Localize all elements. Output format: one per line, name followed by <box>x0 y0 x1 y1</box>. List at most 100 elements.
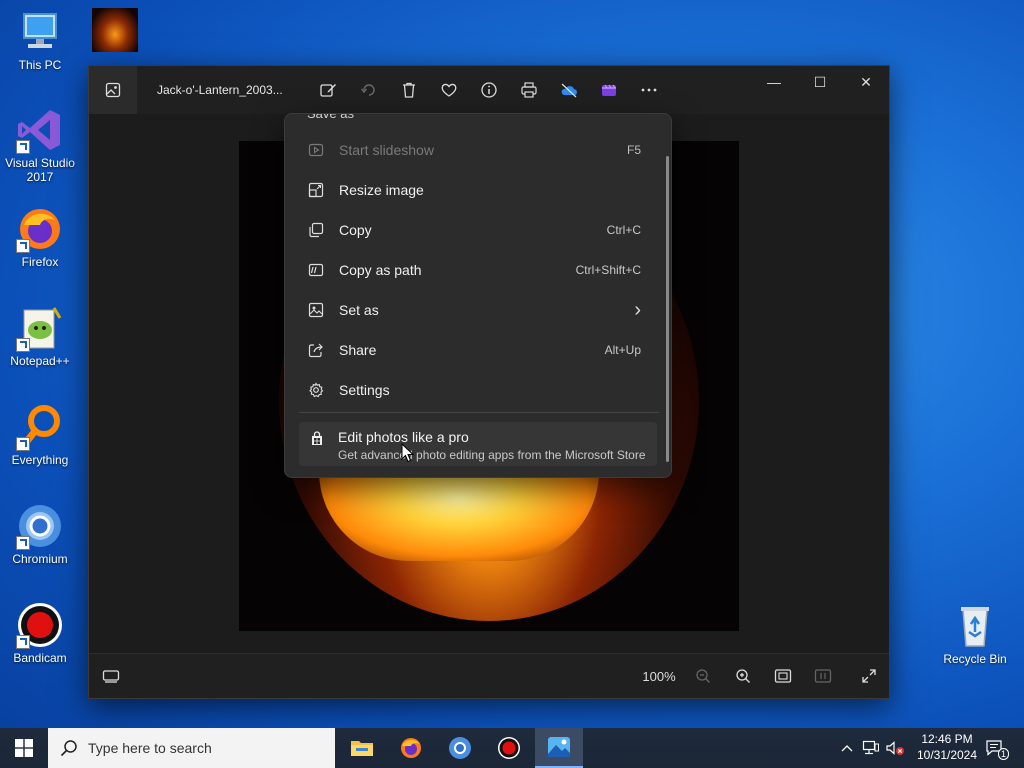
zoom-level[interactable]: 100% <box>637 664 681 688</box>
gallery-button[interactable] <box>89 66 137 114</box>
heart-icon <box>441 83 457 97</box>
more-options-button[interactable] <box>637 78 661 102</box>
clipchamp-button[interactable] <box>597 78 621 102</box>
taskbar-bandicam[interactable] <box>485 728 533 768</box>
windows-logo-icon <box>15 739 33 757</box>
menu-item-resize-image[interactable]: Resize image <box>299 172 649 208</box>
menu-item-shortcut: Ctrl+C <box>606 223 641 237</box>
expand-icon <box>862 669 876 683</box>
menu-divider <box>299 412 659 413</box>
zoom-in-button[interactable] <box>731 664 755 688</box>
more-options-menu: Save as Start slideshow F5 Resize image … <box>284 113 672 478</box>
desktop-icon-jack-o-lantern[interactable] <box>75 8 155 54</box>
clock-time: 12:46 PM <box>921 732 973 746</box>
copy-path-icon <box>307 261 325 279</box>
search-icon <box>60 740 77 757</box>
bandicam-icon <box>498 737 520 759</box>
shortcut-arrow-icon <box>16 338 30 352</box>
chromium-icon <box>449 737 471 759</box>
edit-image-button[interactable] <box>316 78 340 102</box>
desktop-icon-notepad-plus-plus[interactable]: Notepad++ <box>0 304 80 368</box>
desktop-icon-this-pc[interactable]: This PC <box>0 8 80 72</box>
info-button[interactable] <box>477 78 501 102</box>
gear-icon <box>307 381 325 399</box>
file-title: Jack-o'-Lantern_2003... <box>157 83 283 97</box>
copy-icon <box>307 221 325 239</box>
shortcut-arrow-icon <box>16 140 30 154</box>
desktop-icon-visual-studio[interactable]: Visual Studio 2017 <box>0 106 80 184</box>
menu-item-label: Start slideshow <box>339 142 434 158</box>
edit-icon <box>320 84 336 97</box>
desktop-icon-bandicam[interactable]: Bandicam <box>0 601 80 665</box>
firefox-icon <box>16 205 64 253</box>
filmstrip-icon <box>102 670 120 683</box>
taskbar-clock[interactable]: 12:46 PM 10/31/2024 <box>914 731 980 763</box>
taskbar-search-box[interactable]: Type here to search <box>48 728 335 768</box>
start-button[interactable] <box>0 728 48 768</box>
chevron-up-icon <box>841 745 853 752</box>
bandicam-icon <box>16 601 64 649</box>
volume-button[interactable] <box>884 728 906 768</box>
shortcut-arrow-icon <box>16 239 30 253</box>
desktop-icon-chromium[interactable]: Chromium <box>0 502 80 566</box>
everything-search-icon <box>16 403 64 451</box>
menu-item-share[interactable]: Share Alt+Up <box>299 332 649 368</box>
chevron-right-icon: › <box>634 298 641 321</box>
menu-item-copy-as-path[interactable]: Copy as path Ctrl+Shift+C <box>299 252 649 288</box>
rotate-button[interactable] <box>357 78 381 102</box>
favorite-button[interactable] <box>437 78 461 102</box>
photos-icon <box>548 737 570 757</box>
taskbar-firefox[interactable] <box>387 728 435 768</box>
close-button[interactable]: ✕ <box>843 66 889 98</box>
fit-to-window-button[interactable] <box>771 664 795 688</box>
promo-subtitle: Get advanced photo editing apps from the… <box>338 448 646 462</box>
menu-item-copy[interactable]: Copy Ctrl+C <box>299 212 649 248</box>
taskbar-photos[interactable] <box>535 728 583 768</box>
menu-item-edit-photos-promo[interactable]: Edit photos like a pro Get advanced phot… <box>299 422 657 466</box>
title-bar: Jack-o'-Lantern_2003... — ☐ ✕ <box>89 66 889 114</box>
microsoft-store-icon <box>309 431 325 447</box>
menu-item-label: Set as <box>339 302 379 318</box>
onedrive-button[interactable] <box>557 78 581 102</box>
taskbar: Type here to search 12:46 PM 10/31/2024 … <box>0 728 1024 768</box>
search-placeholder: Type here to search <box>88 740 212 756</box>
network-icon <box>862 740 879 755</box>
desktop-icon-recycle-bin[interactable]: Recycle Bin <box>935 602 1015 666</box>
gallery-icon <box>105 82 121 98</box>
menu-item-label: Settings <box>339 382 390 398</box>
more-icon <box>641 88 657 92</box>
menu-item-label: Resize image <box>339 182 424 198</box>
maximize-button[interactable]: ☐ <box>797 66 843 98</box>
notification-center-button[interactable]: 1 <box>980 728 1010 768</box>
onedrive-icon <box>561 83 577 98</box>
actual-size-button[interactable] <box>811 664 835 688</box>
menu-item-set-as[interactable]: Set as › <box>299 292 649 328</box>
menu-item-save-as-partial[interactable]: Save as <box>307 114 354 121</box>
notepad-plus-plus-icon <box>16 304 64 352</box>
taskbar-file-explorer[interactable] <box>338 728 386 768</box>
menu-scrollbar[interactable] <box>666 156 669 462</box>
menu-item-settings[interactable]: Settings <box>299 372 649 408</box>
rotate-icon <box>360 84 375 96</box>
recycle-bin-icon <box>951 602 999 650</box>
zoom-in-icon <box>736 669 750 683</box>
slideshow-icon <box>307 141 325 159</box>
full-screen-button[interactable] <box>857 664 881 688</box>
zoom-out-button[interactable] <box>691 664 715 688</box>
desktop-icon-firefox[interactable]: Firefox <box>0 205 80 269</box>
network-button[interactable] <box>860 728 882 768</box>
print-icon <box>521 82 537 98</box>
show-hidden-icons-button[interactable] <box>838 728 856 768</box>
shortcut-arrow-icon <box>16 635 30 649</box>
print-button[interactable] <box>517 78 541 102</box>
delete-button[interactable] <box>397 78 421 102</box>
set-as-icon <box>307 301 325 319</box>
menu-item-shortcut: F5 <box>626 143 641 157</box>
shortcut-arrow-icon <box>16 536 30 550</box>
desktop-icon-everything[interactable]: Everything <box>0 403 80 467</box>
minimize-button[interactable]: — <box>751 66 797 98</box>
visual-studio-icon <box>16 106 64 154</box>
filmstrip-button[interactable] <box>99 664 123 688</box>
menu-item-start-slideshow[interactable]: Start slideshow F5 <box>299 132 649 168</box>
taskbar-chromium[interactable] <box>436 728 484 768</box>
